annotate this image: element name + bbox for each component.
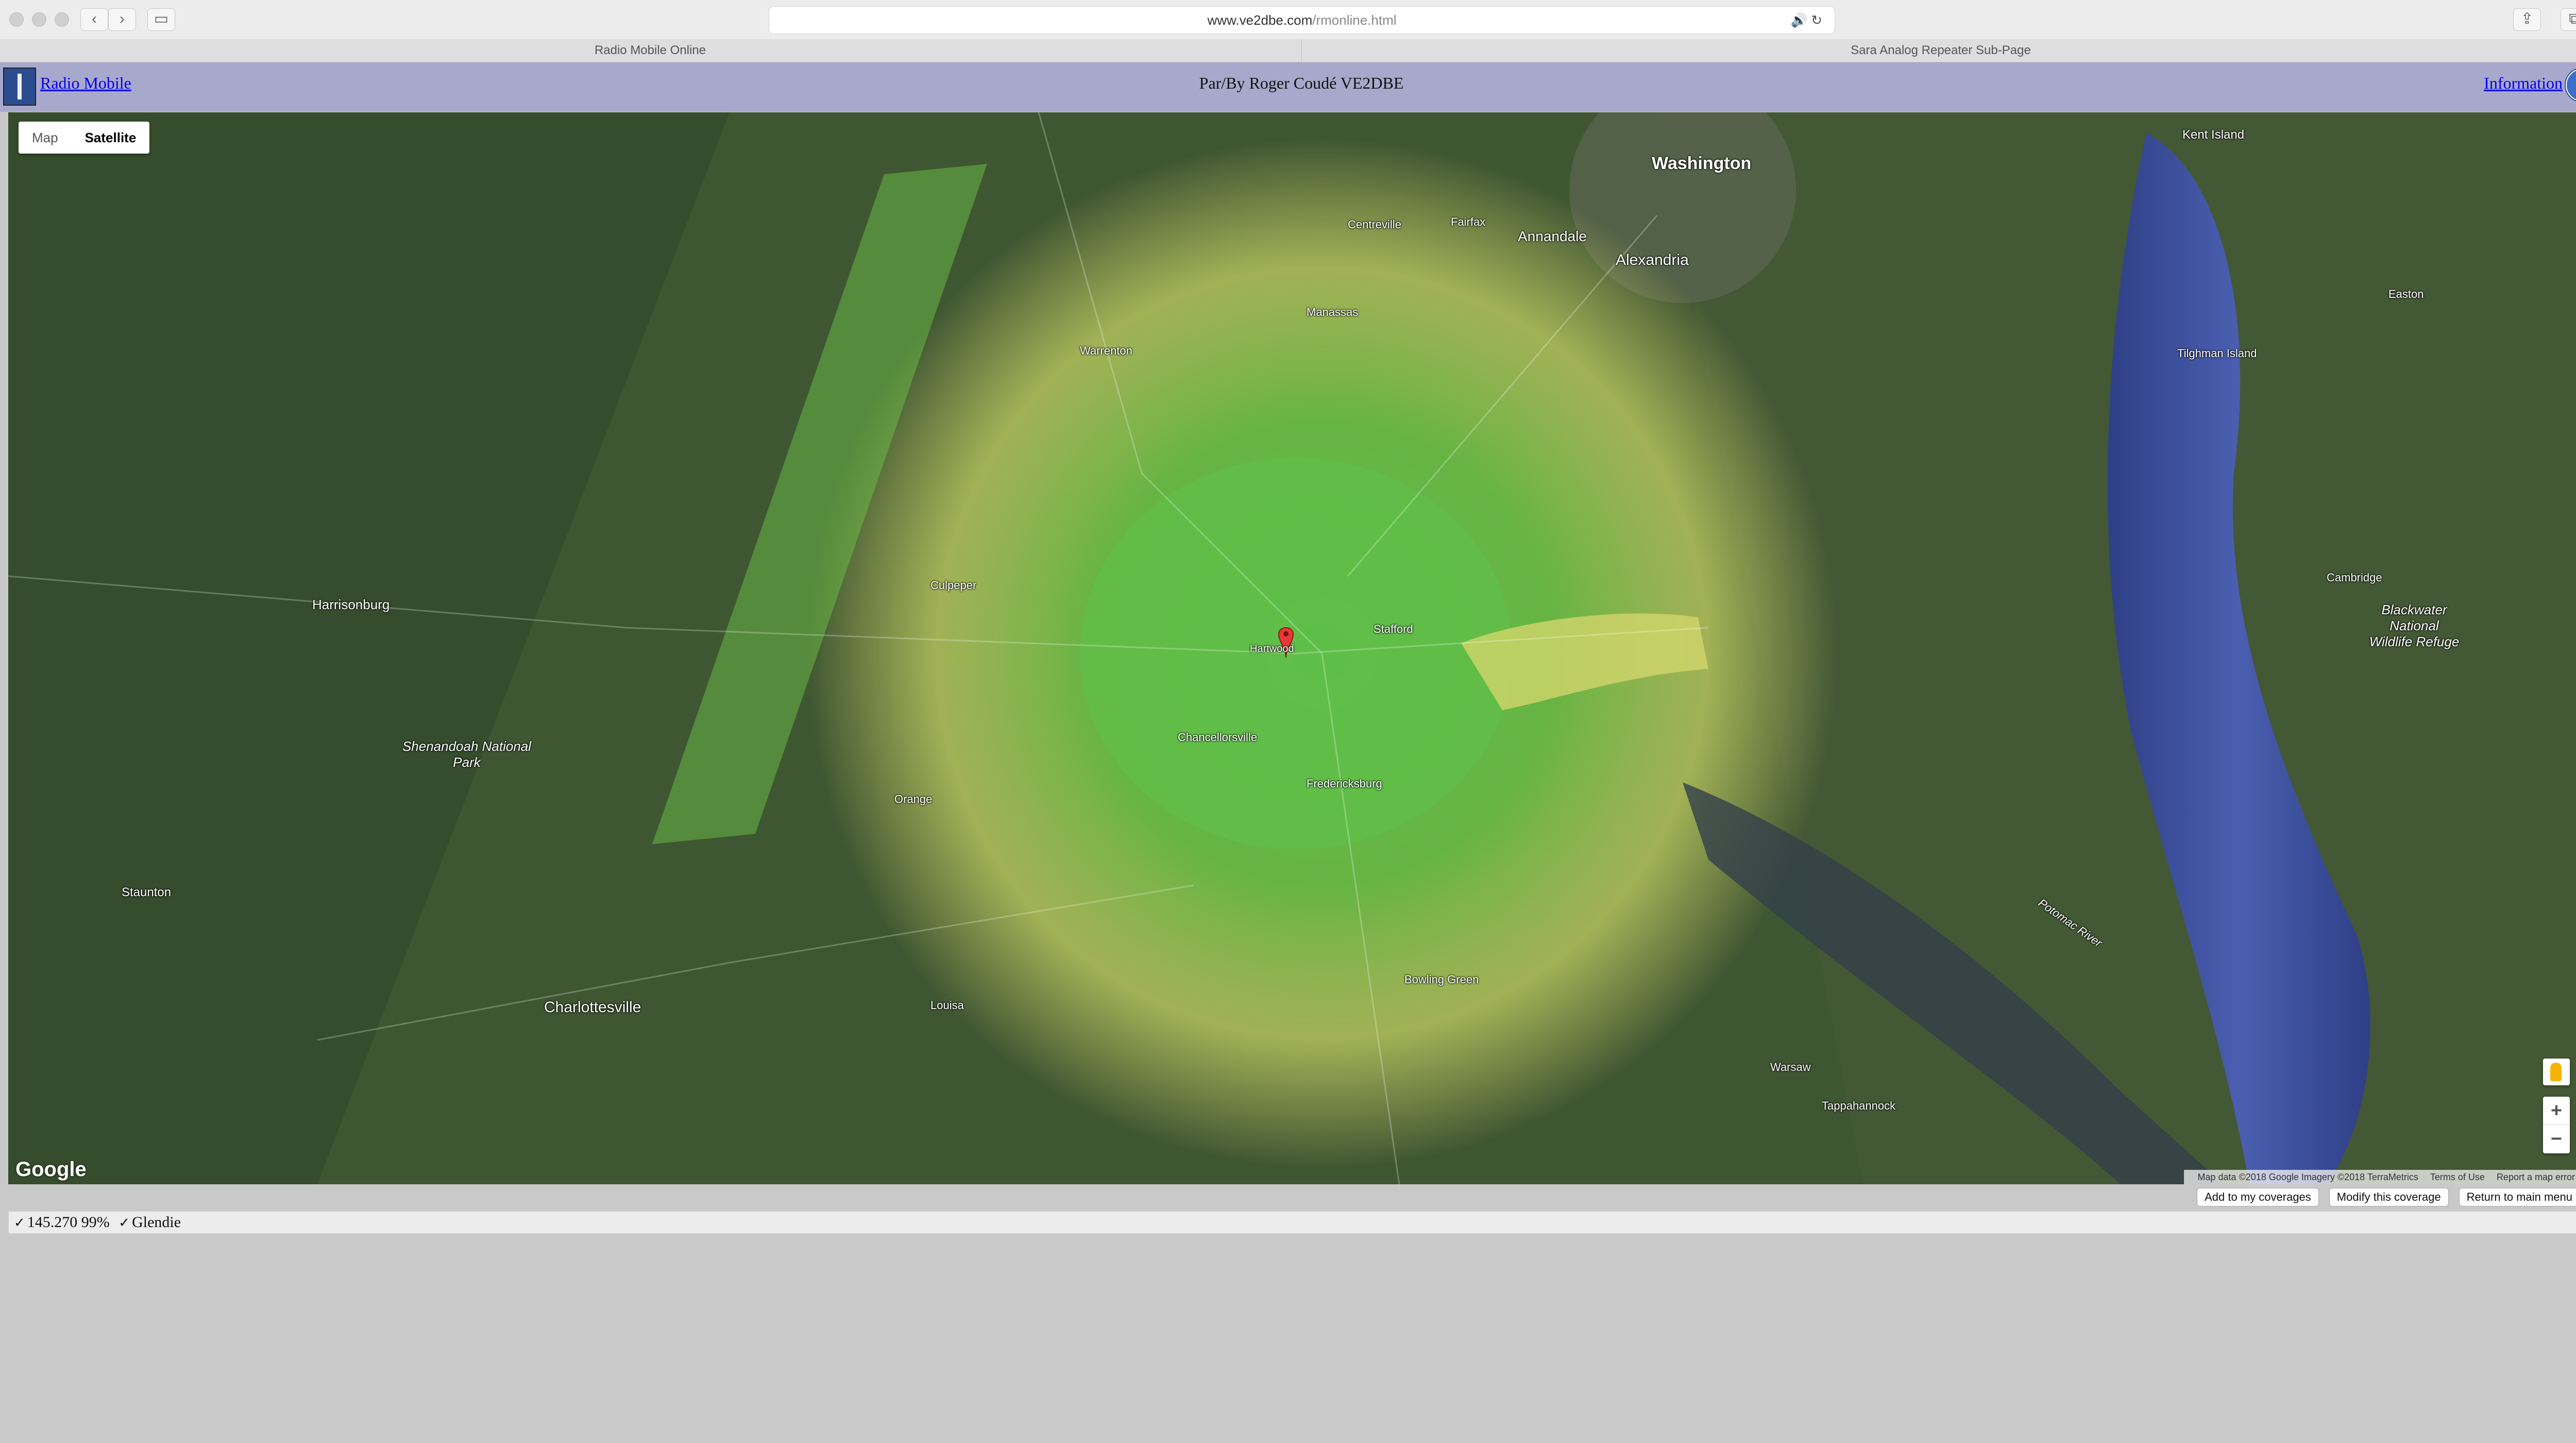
map-label-tilghman: Tilghman Island (2177, 347, 2257, 360)
add-to-my-coverages-button[interactable]: Add to my coverages (2197, 1188, 2319, 1206)
map-label-washington: Washington (1652, 154, 1752, 173)
map-type-control: Map Satellite (19, 122, 150, 154)
google-logo: Google (15, 1158, 87, 1181)
legend-label: Glendie (132, 1214, 181, 1231)
url-path: /rmonline.html (1312, 12, 1397, 28)
map-label-fairfax: Fairfax (1451, 215, 1486, 228)
coverage-legend: ✓ 145.270 99% ✓ Glendie (8, 1211, 2576, 1234)
attribution-text: Map data ©2018 Google Imagery ©2018 Terr… (2197, 1172, 2418, 1182)
checkbox-icon[interactable]: ✓ (118, 1215, 130, 1230)
sidebar-toggle-button[interactable]: ▭ (147, 8, 175, 31)
legend-item-frequency[interactable]: ✓ 145.270 99% (14, 1214, 110, 1231)
map-label-shenandoah: Shenandoah National Park (402, 739, 532, 770)
map-label-warsaw: Warsaw (1770, 1061, 1811, 1073)
tab-bar: Radio Mobile Online Sara Analog Repeater… (0, 39, 2576, 62)
zoom-control: + − (2543, 1097, 2570, 1153)
map-label-annandale: Annandale (1518, 228, 1587, 244)
report-map-error-link[interactable]: Report a map error (2497, 1172, 2575, 1182)
map-label-easton: Easton (2388, 288, 2424, 300)
information-link[interactable]: Information (2484, 74, 2563, 93)
map-label-kent-island: Kent Island (2182, 128, 2245, 142)
share-button[interactable]: ⇪ (2513, 8, 2541, 31)
author-credit: Par/By Roger Coudé VE2DBE (1199, 74, 1404, 92)
terms-of-use-link[interactable]: Terms of Use (2430, 1172, 2485, 1182)
browser-titlebar: ‹ › ▭ www.ve2dbe.com/rmonline.html 🔊 ↻ ⇪… (0, 0, 2576, 40)
close-window-button[interactable] (9, 12, 24, 27)
legend-label: 145.270 99% (27, 1214, 110, 1231)
back-button[interactable]: ‹ (80, 8, 108, 31)
audio-icon[interactable]: 🔊 (1791, 12, 1807, 28)
tab-sara-analog-repeater[interactable]: Sara Analog Repeater Sub-Page (1301, 39, 2576, 62)
map-label-chancellorsville: Chancellorsville (1178, 731, 1258, 744)
map-label-orange: Orange (894, 793, 933, 806)
coverage-actions: Add to my coverages Modify this coverage… (2197, 1188, 2576, 1206)
map-type-satellite-button[interactable]: Satellite (72, 122, 150, 154)
zoom-in-button[interactable]: + (2543, 1097, 2570, 1125)
map-label-harrisonburg: Harrisonburg (312, 597, 390, 612)
street-view-pegman-icon[interactable] (2543, 1059, 2570, 1085)
tab-radio-mobile-online[interactable]: Radio Mobile Online (0, 39, 1300, 62)
zoom-out-button[interactable]: − (2543, 1125, 2570, 1153)
zoom-window-button[interactable] (55, 12, 69, 27)
map-label-staunton: Staunton (122, 885, 172, 899)
checkbox-icon[interactable]: ✓ (14, 1215, 25, 1230)
page-header: Radio Mobile Par/By Roger Coudé VE2DBE I… (0, 62, 2576, 112)
map-label-stafford: Stafford (1374, 623, 1413, 635)
map-label-tappahannock: Tappahannock (1822, 1099, 1896, 1112)
address-bar[interactable]: www.ve2dbe.com/rmonline.html 🔊 ↻ (769, 6, 1835, 34)
coverage-map[interactable]: Washington Alexandria Annandale Fairfax … (8, 112, 2576, 1184)
map-label-blackwater: Blackwater National Wildlife Refuge (2369, 602, 2460, 649)
forward-button[interactable]: › (108, 8, 136, 31)
url-domain: www.ve2dbe.com (1207, 12, 1313, 28)
map-label-hartwood: Hartwood (1250, 643, 1294, 655)
map-label-alexandria: Alexandria (1616, 251, 1689, 269)
reload-icon[interactable]: ↻ (1811, 12, 1822, 28)
map-label-fredericksburg: Fredericksburg (1307, 777, 1382, 790)
modify-coverage-button[interactable]: Modify this coverage (2329, 1188, 2449, 1206)
map-label-centreville: Centreville (1348, 218, 1401, 231)
map-type-map-button[interactable]: Map (19, 122, 72, 154)
minimize-window-button[interactable] (32, 12, 46, 27)
map-label-charlottesville: Charlottesville (544, 999, 641, 1016)
map-label-bowling-green: Bowling Green (1404, 973, 1479, 986)
show-tabs-button[interactable]: ⧉ (2561, 8, 2576, 31)
map-label-manassas: Manassas (1307, 306, 1359, 318)
map-label-louisa: Louisa (930, 999, 964, 1012)
return-main-menu-button[interactable]: Return to main menu (2459, 1188, 2576, 1206)
map-label-cambridge: Cambridge (2327, 571, 2382, 584)
legend-item-site[interactable]: ✓ Glendie (118, 1214, 181, 1231)
map-label-culpeper: Culpeper (930, 579, 977, 592)
map-label-warrenton: Warrenton (1080, 344, 1132, 357)
url-icons: 🔊 ↻ (1791, 7, 1822, 33)
map-attribution: Map data ©2018 Google Imagery ©2018 Terr… (2184, 1170, 2576, 1184)
